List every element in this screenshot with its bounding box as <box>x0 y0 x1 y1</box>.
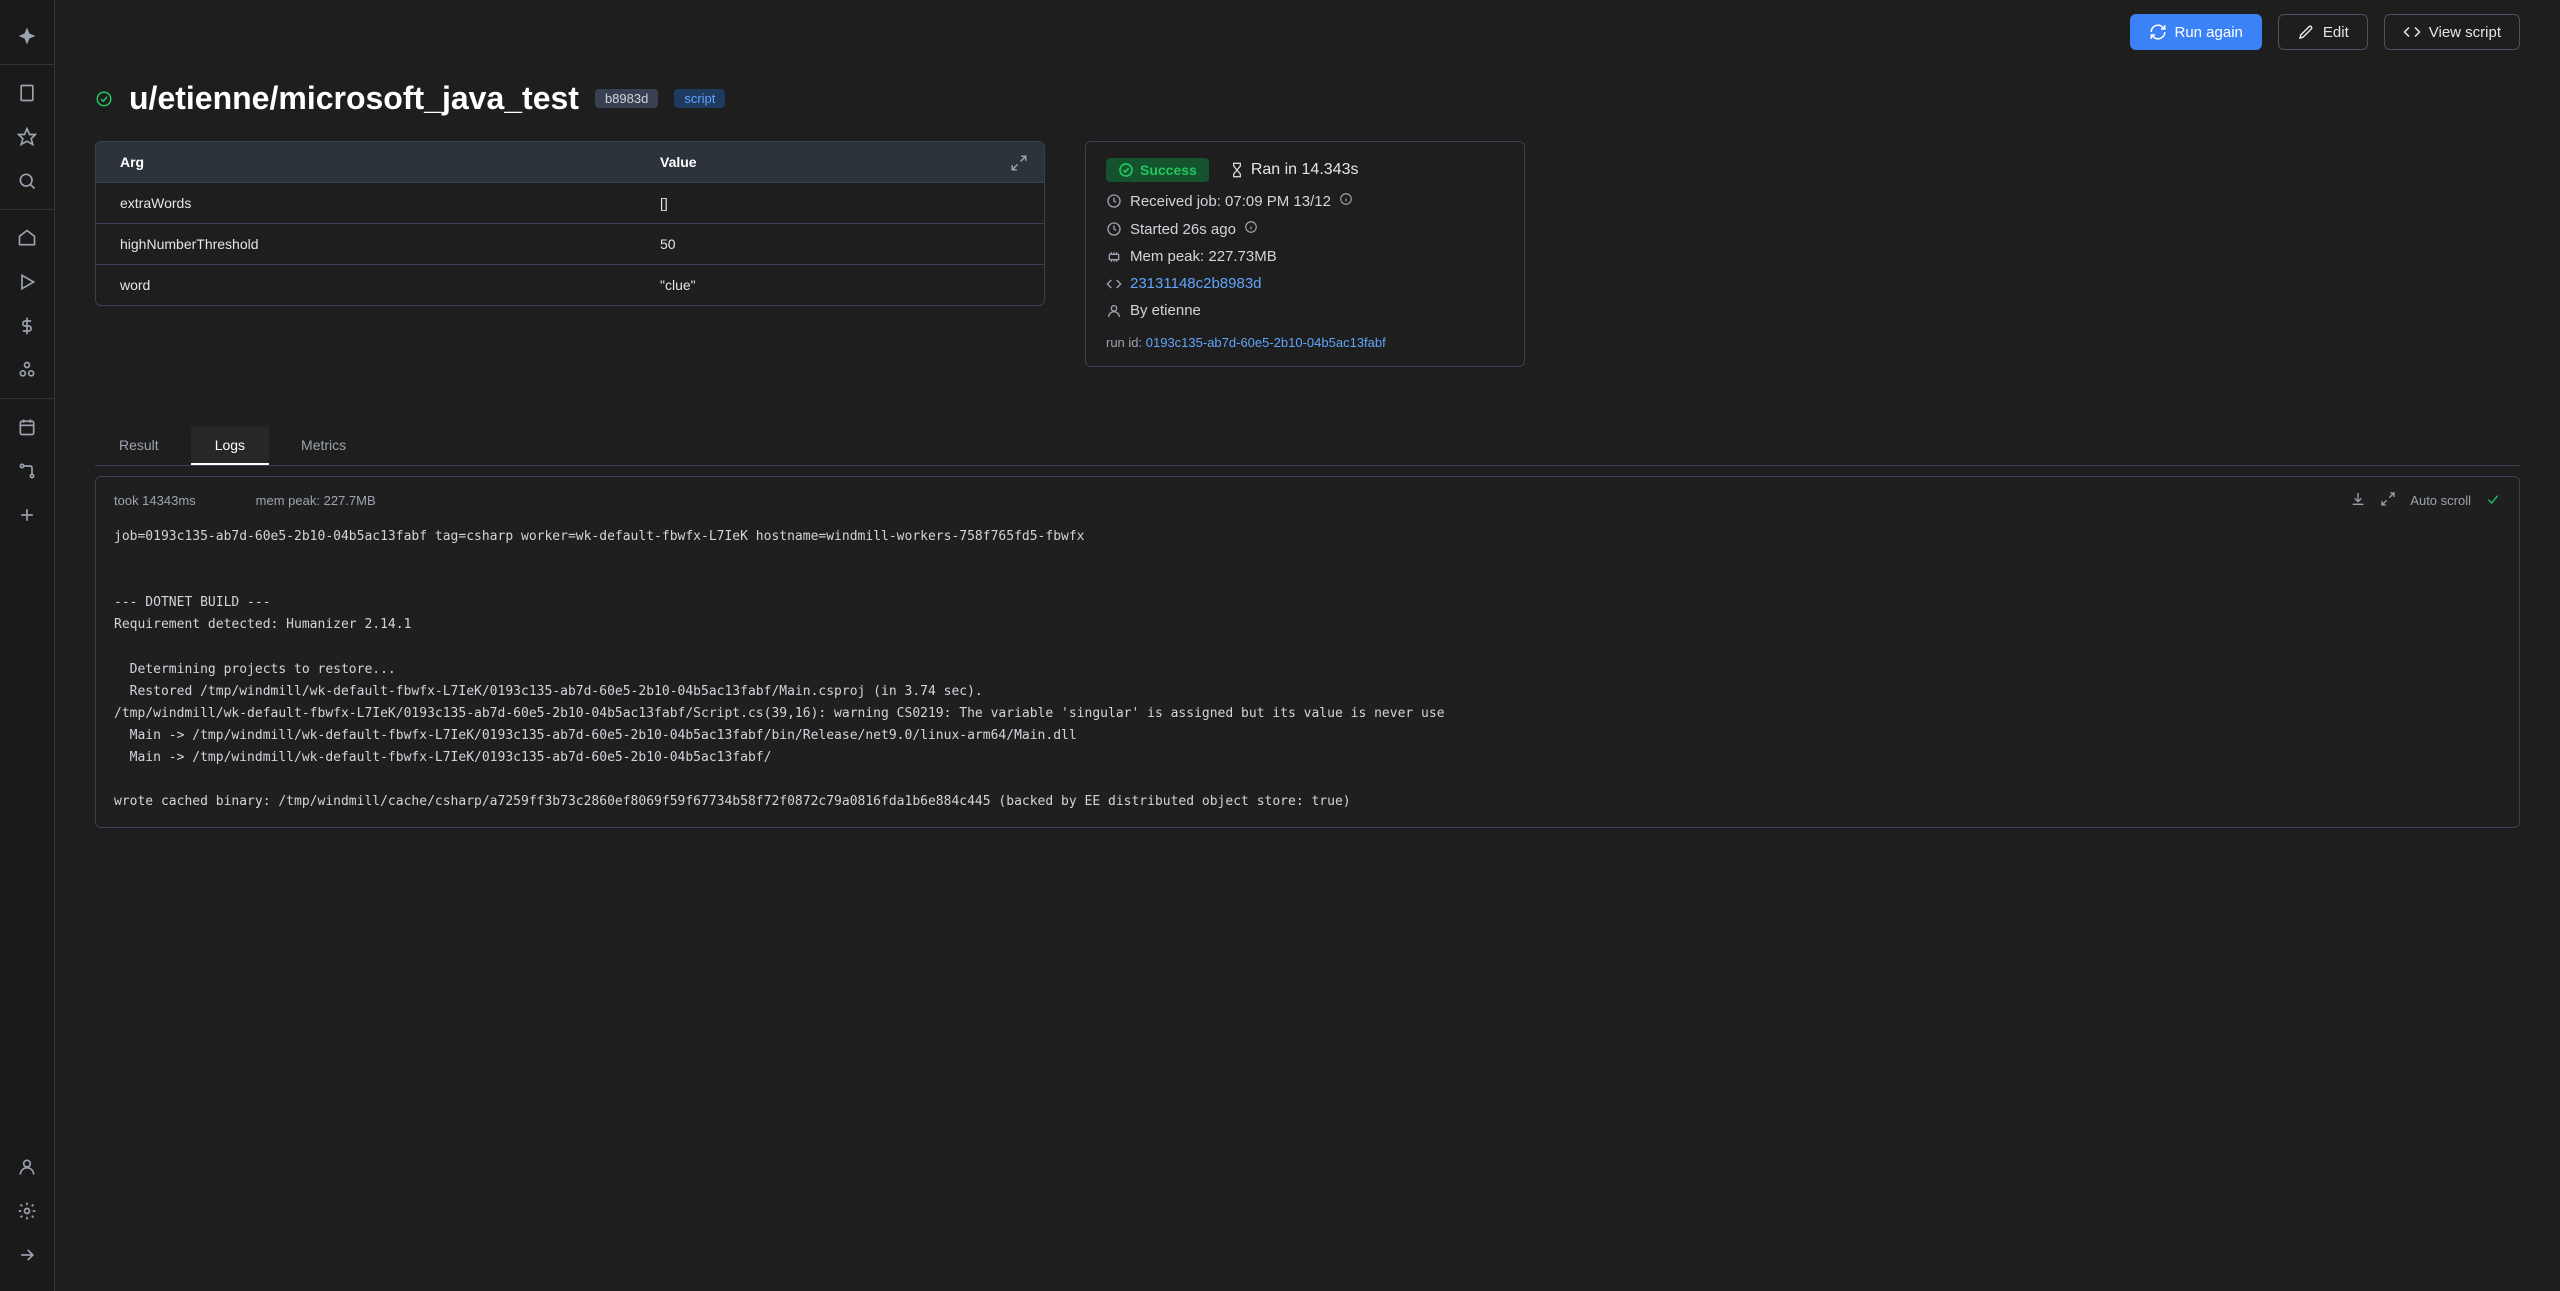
tabs: Result Logs Metrics <box>95 427 2520 466</box>
arg-name: word <box>120 277 660 293</box>
hourglass-icon <box>1229 162 1245 178</box>
view-script-button[interactable]: View script <box>2384 14 2520 50</box>
arg-value: "clue" <box>660 277 1020 293</box>
commit-link[interactable]: 23131148c2b8983d <box>1130 275 1262 292</box>
edit-label: Edit <box>2323 24 2349 41</box>
home-icon[interactable] <box>7 218 47 258</box>
type-badge: script <box>674 89 725 108</box>
tab-logs[interactable]: Logs <box>191 427 269 465</box>
arg-value: [] <box>660 195 1020 211</box>
sidebar <box>0 0 55 1291</box>
status-badge: Success <box>1106 158 1209 182</box>
args-panel: Arg Value extraWords [] highNumberThresh… <box>95 141 1045 306</box>
run-id-label: run id: <box>1106 335 1146 350</box>
arg-value: 50 <box>660 236 1020 252</box>
logo-icon[interactable] <box>7 16 47 56</box>
download-icon[interactable] <box>2350 491 2366 510</box>
info-icon[interactable] <box>1244 220 1258 238</box>
run-id-row: run id: 0193c135-ab7d-60e5-2b10-04b5ac13… <box>1106 335 1504 350</box>
tab-metrics[interactable]: Metrics <box>277 427 370 465</box>
topbar: Run again Edit View script <box>95 14 2520 50</box>
memory-icon <box>1106 249 1122 265</box>
plus-icon[interactable] <box>7 495 47 535</box>
expand-icon[interactable] <box>1010 154 1028 175</box>
view-script-label: View script <box>2429 24 2501 41</box>
play-icon[interactable] <box>7 262 47 302</box>
calendar-icon[interactable] <box>7 407 47 447</box>
logs-took: took 14343ms <box>114 493 196 508</box>
tab-result[interactable]: Result <box>95 427 183 465</box>
ran-in: Ran in 14.343s <box>1229 161 1359 179</box>
hash-badge: b8983d <box>595 89 658 108</box>
page-title: u/etienne/microsoft_java_test <box>129 80 579 117</box>
run-again-button[interactable]: Run again <box>2130 14 2262 50</box>
gear-icon[interactable] <box>7 1191 47 1231</box>
by-user: By etienne <box>1106 302 1504 319</box>
code-icon <box>1106 276 1122 292</box>
args-header-value: Value <box>660 154 1020 170</box>
user-icon <box>1106 303 1122 319</box>
commit-hash: 23131148c2b8983d <box>1106 275 1504 292</box>
expand-logs-icon[interactable] <box>2380 491 2396 510</box>
logs-mem-peak: mem peak: 227.7MB <box>256 493 376 508</box>
arrow-right-icon[interactable] <box>7 1235 47 1275</box>
main-content: Run again Edit View script u/etienne/mic… <box>55 0 2560 1291</box>
table-row: highNumberThreshold 50 <box>96 223 1044 264</box>
refresh-icon <box>2149 23 2167 41</box>
dollar-icon[interactable] <box>7 306 47 346</box>
code-icon <box>2403 23 2421 41</box>
edit-button[interactable]: Edit <box>2278 14 2368 50</box>
table-row: extraWords [] <box>96 182 1044 223</box>
args-table: Arg Value extraWords [] highNumberThresh… <box>95 141 1045 306</box>
log-output: job=0193c135-ab7d-60e5-2b10-04b5ac13fabf… <box>114 526 2501 813</box>
search-icon[interactable] <box>7 161 47 201</box>
check-circle-icon <box>1118 162 1134 178</box>
clock-icon <box>1106 221 1122 237</box>
page-header: u/etienne/microsoft_java_test b8983d scr… <box>95 80 2520 117</box>
info-icon[interactable] <box>1339 192 1353 210</box>
args-header-arg: Arg <box>120 154 660 170</box>
started-ago: Started 26s ago <box>1106 220 1504 238</box>
mem-peak: Mem peak: 227.73MB <box>1106 248 1504 265</box>
auto-scroll-label: Auto scroll <box>2410 493 2471 508</box>
arg-name: highNumberThreshold <box>120 236 660 252</box>
boxes-icon[interactable] <box>7 350 47 390</box>
clock-icon <box>1106 193 1122 209</box>
meta-panel: Success Ran in 14.343s Received job: 07:… <box>1085 141 1525 367</box>
run-again-label: Run again <box>2175 24 2243 41</box>
user-icon[interactable] <box>7 1147 47 1187</box>
logs-panel: took 14343ms mem peak: 227.7MB Auto scro… <box>95 476 2520 828</box>
success-circle-icon <box>95 90 113 108</box>
run-id-link[interactable]: 0193c135-ab7d-60e5-2b10-04b5ac13fabf <box>1146 335 1386 350</box>
received-job: Received job: 07:09 PM 13/12 <box>1106 192 1504 210</box>
table-row: word "clue" <box>96 264 1044 305</box>
route-icon[interactable] <box>7 451 47 491</box>
building-icon[interactable] <box>7 73 47 113</box>
status-label: Success <box>1140 162 1197 178</box>
pencil-icon <box>2297 23 2315 41</box>
arg-name: extraWords <box>120 195 660 211</box>
auto-scroll-check-icon[interactable] <box>2485 491 2501 510</box>
star-icon[interactable] <box>7 117 47 157</box>
